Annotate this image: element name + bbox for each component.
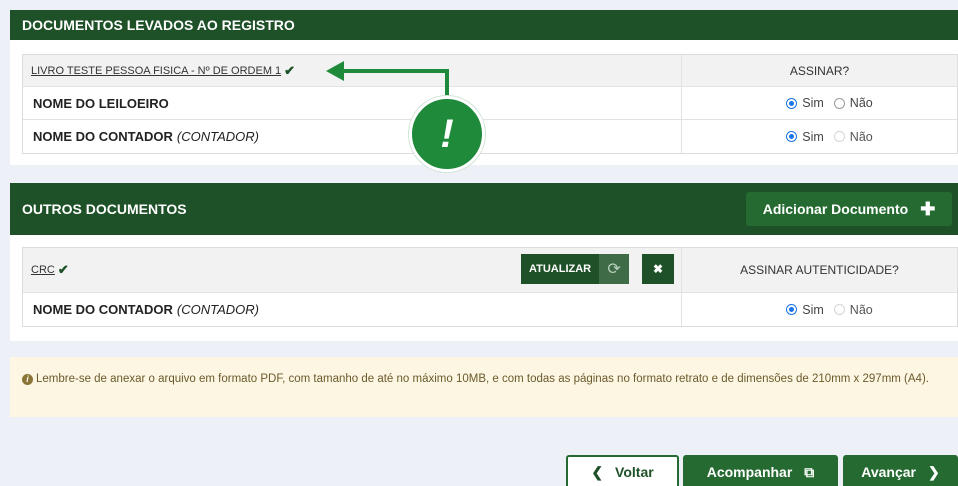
- other-documents-table: CRC ✔ ATUALIZAR ⟳ ✖ ASSINAR AUTENTICIDAD…: [22, 247, 958, 327]
- document-link-crc[interactable]: CRC: [31, 264, 55, 276]
- radio-sim[interactable]: Sim: [786, 303, 824, 317]
- table-header-row: CRC ✔ ATUALIZAR ⟳ ✖ ASSINAR AUTENTICIDAD…: [23, 248, 957, 293]
- other-documents-header: OUTROS DOCUMENTOS Adicionar Documento ✚: [10, 183, 958, 235]
- track-button[interactable]: Acompanhar ⧉: [683, 455, 838, 486]
- add-document-button[interactable]: Adicionar Documento ✚: [746, 192, 952, 226]
- radio-nao-dot: [833, 304, 845, 315]
- external-link-icon: ⧉: [804, 463, 815, 480]
- exclamation-icon: !: [409, 96, 485, 172]
- sign-authenticity-header: ASSINAR AUTENTICIDADE?: [740, 263, 899, 277]
- signer-name: NOME DO CONTADOR: [33, 302, 173, 317]
- plus-icon: ✚: [920, 198, 936, 219]
- info-icon: i: [22, 374, 33, 385]
- sign-radio-group: Sim Não: [786, 303, 873, 317]
- pdf-notice: i Lembre-se de anexar o arquivo em format…: [10, 357, 958, 417]
- chevron-right-icon: ❯: [928, 463, 940, 480]
- other-documents-title: OUTROS DOCUMENTOS: [22, 201, 187, 217]
- radio-sim-dot[interactable]: [786, 304, 798, 315]
- signer-role: (CONTADOR): [176, 302, 259, 317]
- check-icon: ✔: [57, 262, 69, 277]
- refresh-icon: ⟳: [599, 254, 630, 284]
- chevron-left-icon: ❮: [591, 463, 604, 480]
- notice-text: Lembre-se de anexar o arquivo em formato…: [36, 373, 929, 385]
- remove-document-button[interactable]: ✖: [642, 254, 674, 284]
- radio-nao: Não: [833, 303, 873, 317]
- update-button[interactable]: ATUALIZAR ⟳: [521, 254, 630, 284]
- other-documents-panel: OUTROS DOCUMENTOS Adicionar Documento ✚ …: [10, 183, 958, 341]
- next-button[interactable]: Avançar ❯: [843, 455, 958, 486]
- table-row: NOME DO CONTADOR (CONTADOR) Sim Não: [23, 293, 957, 326]
- back-button[interactable]: ❮ Voltar: [566, 455, 679, 486]
